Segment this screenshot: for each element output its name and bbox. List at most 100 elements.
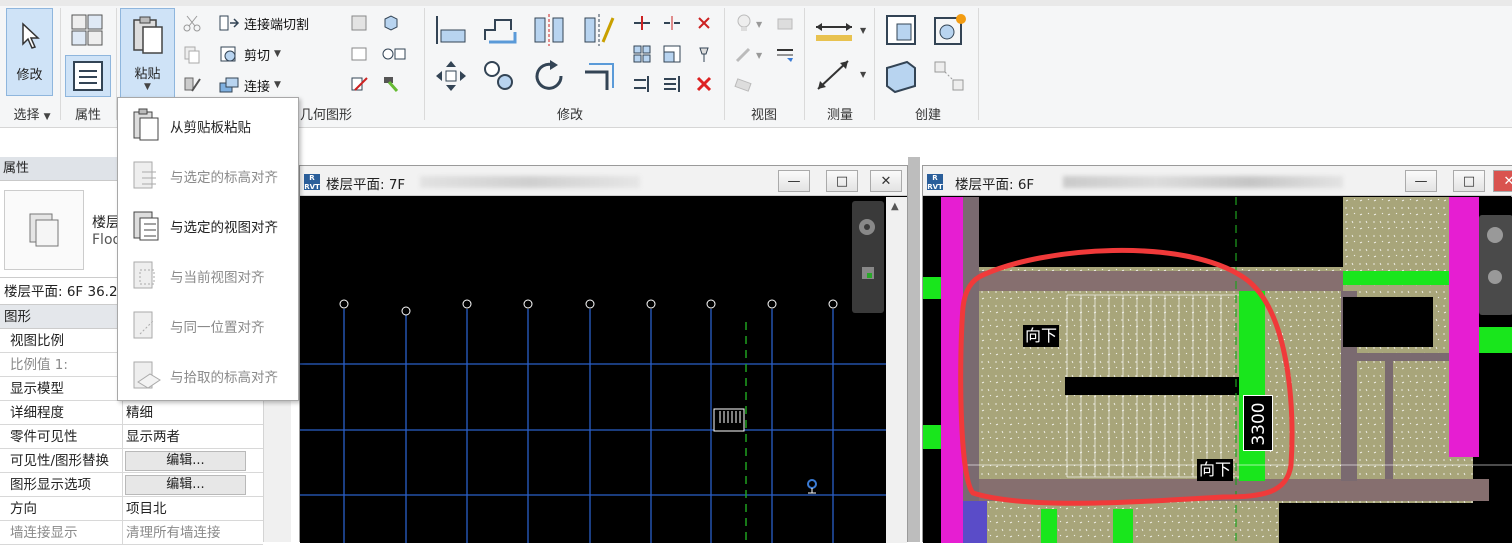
copy-button[interactable]	[180, 44, 204, 66]
extend-multiple-button[interactable]	[660, 73, 684, 95]
close-button[interactable]: ✕	[1493, 170, 1512, 192]
property-value[interactable]: 清理所有墙连接	[126, 521, 221, 545]
property-row[interactable]: 图形显示选项 编辑...	[0, 473, 263, 497]
paste-aligned-selected-levels-item[interactable]: 与选定的标高对齐	[118, 150, 298, 198]
property-key: 视图比例	[10, 333, 64, 349]
edit-button[interactable]: 编辑...	[125, 475, 246, 495]
revit-view-icon: R RVT	[927, 174, 943, 191]
navigation-bar[interactable]	[1479, 215, 1512, 315]
match-type-button[interactable]	[180, 74, 204, 96]
geometry-tool-4[interactable]	[378, 43, 412, 65]
paste-aligned-picked-level-icon	[133, 361, 161, 389]
dimension-label: 3300	[1243, 395, 1273, 451]
menu-item-label: 与同一位置对齐	[170, 320, 265, 336]
modify-button[interactable]: 修改	[6, 8, 53, 96]
view-6f-titlebar[interactable]: R RVT 楼层平面: 6F — □ ✕	[923, 166, 1512, 196]
properties-panel-icon	[73, 61, 103, 91]
move-button[interactable]	[430, 56, 472, 96]
mirror-draw-axis-button[interactable]	[578, 10, 620, 50]
lightbulb-icon: ▼	[737, 14, 763, 31]
pin-button[interactable]	[692, 43, 716, 65]
aligned-dimension-button[interactable]: ▼	[810, 54, 870, 96]
paste-dropdown-arrow[interactable]: ▼	[144, 82, 151, 92]
create-parts-button[interactable]	[880, 56, 922, 96]
join-button[interactable]: 连接 ▼	[218, 75, 281, 95]
navigation-bar[interactable]	[852, 201, 884, 313]
view-tool-4[interactable]	[772, 43, 798, 65]
property-row[interactable]: 可见性/图形替换 编辑...	[0, 449, 263, 473]
create-similar-button[interactable]	[928, 56, 970, 96]
properties-button[interactable]	[65, 55, 111, 97]
view-tool-2[interactable]	[772, 12, 798, 34]
trim-extend-button[interactable]	[578, 56, 620, 96]
scale-button[interactable]	[660, 43, 684, 65]
view-7f-canvas[interactable]	[300, 197, 886, 543]
array-button[interactable]	[630, 43, 654, 65]
geometry-tool-1[interactable]	[346, 12, 372, 34]
mirror-pick-axis-button[interactable]	[528, 10, 570, 50]
view-tool-1[interactable]: ▼	[730, 12, 768, 34]
close-button[interactable]: ✕	[870, 170, 902, 192]
rotate-button[interactable]	[528, 56, 570, 96]
property-row[interactable]: 详细程度 精细	[0, 401, 263, 425]
copy-element-button[interactable]	[478, 56, 520, 96]
property-row[interactable]: 零件可见性 显示两者	[0, 425, 263, 449]
create-assembly-button[interactable]	[880, 10, 922, 50]
group-select-label[interactable]: 选择 ▼	[6, 104, 58, 123]
view-6f-canvas[interactable]: 向下 向下 3300	[923, 197, 1512, 543]
type-properties-button[interactable]	[64, 10, 110, 50]
paste-button[interactable]: 粘贴 ▼	[120, 8, 175, 98]
linework-icon	[777, 49, 793, 62]
floor-plan-type-icon	[29, 213, 59, 247]
cut-geometry-button[interactable]: 连接端切割	[218, 13, 309, 33]
geometry-tool-6[interactable]	[378, 73, 404, 95]
stair-down-label-1: 向下	[1023, 325, 1060, 347]
paste-aligned-selected-levels-icon	[133, 161, 156, 189]
view-tool-3[interactable]: ▼	[730, 43, 768, 65]
property-value[interactable]: 显示两者	[126, 425, 180, 449]
maximize-button[interactable]: □	[1453, 170, 1485, 192]
view-7f-title: 楼层平面: 7F	[326, 177, 406, 193]
paste-aligned-current-view-item[interactable]: 与当前视图对齐	[118, 250, 298, 298]
cut-button[interactable]: 剪切 ▼	[218, 44, 281, 64]
unpin-button[interactable]	[692, 12, 716, 34]
group-create-label: 创建	[914, 108, 941, 123]
measure-between-button[interactable]: ▼	[810, 12, 870, 48]
view-splitter[interactable]	[908, 157, 920, 542]
copy-icon	[184, 46, 200, 64]
delete-button[interactable]	[692, 73, 716, 95]
property-row[interactable]: 墙连接显示 清理所有墙连接	[0, 521, 263, 545]
view-7f-scrollbar[interactable]: ▲	[886, 197, 907, 543]
minimize-button[interactable]: —	[778, 170, 810, 192]
split-element-button[interactable]	[630, 12, 654, 34]
cut-clipboard-button[interactable]	[180, 12, 204, 34]
wall-join-icon	[351, 15, 367, 31]
revit-view-icon: R RVT	[304, 174, 320, 191]
menu-item-label: 与拾取的标高对齐	[170, 370, 278, 386]
minimize-button[interactable]: —	[1405, 170, 1437, 192]
align-button[interactable]	[430, 10, 472, 50]
svg-text:▼: ▼	[860, 70, 867, 79]
geometry-tool-3[interactable]	[346, 43, 372, 65]
maximize-button[interactable]: □	[826, 170, 858, 192]
view-7f-titlebar[interactable]: R RVT 楼层平面: 7F — □ ✕	[300, 166, 907, 196]
trim-multiple-button[interactable]	[630, 73, 654, 95]
paste-aligned-selected-views-item[interactable]: 与选定的视图对齐	[118, 200, 298, 248]
create-group-button[interactable]	[928, 10, 970, 50]
steering-wheel-icon	[859, 219, 875, 279]
property-value[interactable]: 项目北	[126, 497, 167, 521]
paste-from-clipboard-item[interactable]: 从剪贴板粘贴	[118, 100, 298, 148]
split-gap-button[interactable]	[660, 12, 684, 34]
geometry-tool-2[interactable]	[378, 12, 404, 34]
hide-element-icon	[777, 18, 793, 30]
view-tool-5[interactable]	[730, 73, 756, 95]
paste-aligned-picked-level-item[interactable]: 与拾取的标高对齐	[118, 350, 298, 398]
property-value[interactable]: 精细	[126, 401, 153, 425]
edit-button[interactable]: 编辑...	[125, 451, 246, 471]
menu-item-label: 从剪贴板粘贴	[170, 120, 251, 136]
property-row[interactable]: 方向 项目北	[0, 497, 263, 521]
geometry-tool-5[interactable]	[346, 73, 372, 95]
shapes-icon	[382, 48, 406, 60]
paste-aligned-same-place-item[interactable]: 与同一位置对齐	[118, 300, 298, 348]
offset-button[interactable]	[478, 10, 520, 50]
